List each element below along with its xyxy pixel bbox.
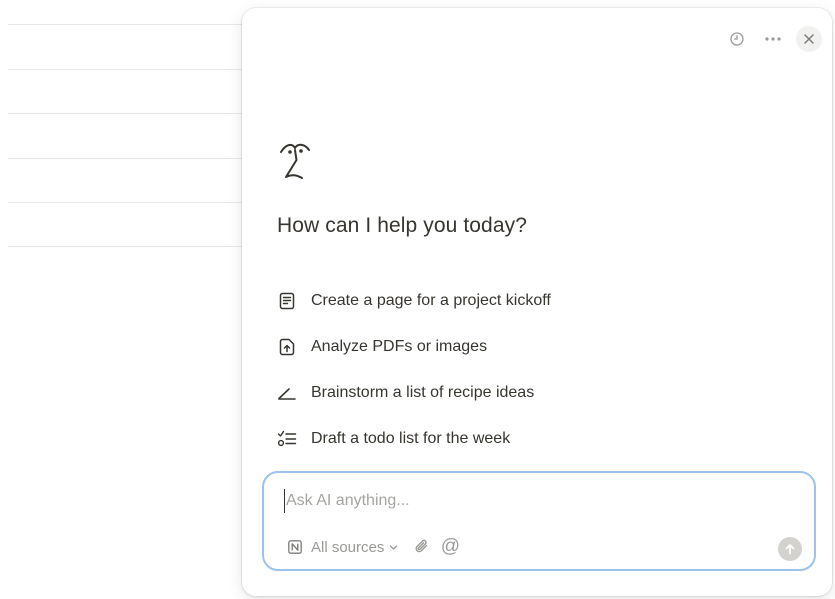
background-divider: [8, 24, 248, 25]
more-options-button[interactable]: [760, 26, 786, 52]
suggestion-label: Brainstorm a list of recipe ideas: [311, 384, 535, 401]
background-divider: [8, 158, 248, 159]
ai-composer: All sources @: [262, 471, 816, 571]
history-icon: [730, 32, 744, 46]
ask-ai-input[interactable]: [284, 489, 786, 513]
background-divider: [8, 69, 248, 70]
send-arrow-icon: [785, 544, 795, 555]
file-upload-icon: [276, 336, 298, 358]
composer-toolbar: All sources @: [288, 535, 460, 559]
page-icon: [276, 290, 298, 312]
ai-chat-panel: How can I help you today? Create a page …: [242, 8, 832, 596]
suggestion-analyze-pdfs[interactable]: Analyze PDFs or images: [276, 324, 551, 370]
panel-headline: How can I help you today?: [277, 214, 527, 237]
suggestion-label: Create a page for a project kickoff: [311, 292, 551, 309]
suggestion-label: Analyze PDFs or images: [311, 338, 488, 355]
background-divider: [8, 246, 248, 247]
send-button[interactable]: [778, 537, 802, 561]
checklist-icon: [276, 428, 298, 450]
mention-icon: @: [440, 536, 460, 557]
background-divider: [8, 202, 248, 203]
suggestion-list: Create a page for a project kickoff Anal…: [276, 278, 551, 462]
paperclip-icon: [415, 539, 428, 553]
suggestion-label: Draft a todo list for the week: [311, 430, 511, 447]
notion-icon: [288, 540, 302, 554]
close-icon: [804, 34, 814, 44]
panel-header-actions: [724, 26, 822, 52]
history-button[interactable]: [724, 26, 750, 52]
page: How can I help you today? Create a page …: [0, 0, 835, 599]
background-divider: [8, 113, 248, 114]
mention-button[interactable]: @: [440, 537, 460, 557]
pencil-icon: [276, 382, 298, 404]
sources-dropdown[interactable]: All sources: [288, 539, 398, 556]
suggestion-brainstorm[interactable]: Brainstorm a list of recipe ideas: [276, 370, 551, 416]
suggestion-create-page[interactable]: Create a page for a project kickoff: [276, 278, 551, 324]
more-icon: [765, 37, 781, 41]
attach-file-button[interactable]: [412, 537, 432, 557]
suggestion-draft-todo[interactable]: Draft a todo list for the week: [276, 416, 551, 462]
chevron-down-icon: [390, 544, 398, 550]
ai-face-icon: [280, 143, 310, 179]
background-page-lines: [8, 0, 248, 260]
sources-label: All sources: [311, 538, 385, 556]
close-button[interactable]: [796, 26, 822, 52]
